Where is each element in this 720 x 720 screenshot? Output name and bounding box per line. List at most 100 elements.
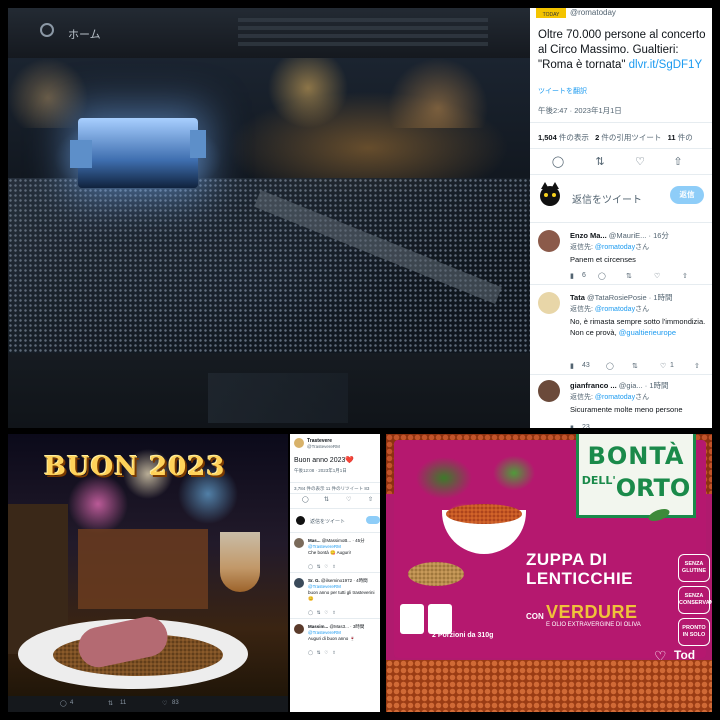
reply-to-mention[interactable]: @TrastevereRM	[308, 544, 341, 549]
share-icon[interactable]: ⇧	[368, 496, 373, 503]
reply-handle: @ilsemino1972	[321, 578, 353, 583]
reply-name[interactable]: gianfranco ...	[570, 381, 617, 390]
translate-tweet-link[interactable]: ツイートを翻訳	[538, 86, 587, 96]
like-icon[interactable]: ♡	[346, 496, 351, 503]
avatar[interactable]	[538, 292, 560, 314]
lentils-pile	[408, 562, 464, 586]
background-twitter-header: ホーム	[8, 8, 530, 58]
retweet-icon[interactable]: ⇅	[632, 362, 638, 370]
reply-input[interactable]: 返信をツイート	[572, 191, 642, 206]
avatar[interactable]	[538, 380, 560, 402]
reply-composer: 返信をツイート 返信	[530, 178, 712, 218]
divider	[290, 482, 380, 483]
reply-text: Che bontà 😋 Auguri!	[308, 550, 351, 555]
reply-to-mention[interactable]: @romatoday	[595, 244, 635, 251]
reply-time: · 4時間	[353, 578, 368, 583]
retweet-icon[interactable]: ⇅	[592, 154, 608, 170]
avatar[interactable]	[294, 578, 304, 588]
divider	[290, 618, 380, 619]
reply-button[interactable]: 返信	[670, 186, 704, 204]
reply-actions: ▮ 43 ◯ ⇅ ♡ 1 ⇧	[570, 362, 710, 372]
reply-to: @TrastevereRM	[308, 630, 341, 635]
reply-name[interactable]: Massim...	[308, 624, 328, 629]
concert-stage	[78, 118, 198, 188]
reply-name[interactable]: Mas...	[308, 538, 321, 543]
reply-to-mention[interactable]: @romatoday	[595, 306, 635, 313]
building-facade	[78, 529, 208, 609]
reply-handle: @MassimoB...	[321, 538, 352, 543]
reply-to-mention[interactable]: @TrastevereRM	[308, 630, 341, 635]
reply-time: · 45分	[352, 538, 365, 543]
avatar[interactable]	[294, 538, 304, 548]
reply-author: gianfranco ... @gia... · 1時間	[570, 380, 710, 391]
reply-icon[interactable]: ◯	[598, 272, 606, 280]
quotes-count[interactable]: 2	[595, 133, 599, 142]
share-icon[interactable]: ⇧	[694, 362, 700, 370]
reply-input[interactable]: 返信をツイート	[310, 518, 345, 525]
reply-to: 返信先: @romatodayさん	[570, 304, 649, 314]
like-icon[interactable]: ♡	[654, 272, 660, 280]
quotes-label: 件の引用ツイート	[601, 133, 662, 142]
reply-handle: @TataRosiePosie	[586, 293, 647, 302]
views-icon[interactable]: ▮	[570, 362, 574, 370]
retweet-count: 11	[120, 700, 127, 706]
reply-name[interactable]: Tata	[570, 293, 585, 302]
retweet-icon[interactable]: ⇅	[324, 496, 329, 503]
mini-tweet-panel: Trastevere @TrastevereRM Buon anno 2023❤…	[290, 434, 380, 712]
tweet-timestamp[interactable]: 午後2:47 · 2023年1月1日	[538, 105, 622, 116]
reply-to: 返信先: @romatodayさん	[570, 242, 649, 252]
avatar[interactable]	[538, 230, 560, 252]
reply-icon[interactable]: ◯	[60, 700, 67, 707]
soup-bottom	[386, 660, 712, 712]
background-twitter-footer	[8, 353, 530, 428]
tweet-stats: 1,504 件の表示 2 件の引用ツイート 11 件の	[538, 132, 693, 143]
cat-eye	[552, 193, 556, 197]
reply-to-suffix: さん	[635, 306, 650, 313]
reply-to-mention[interactable]: @TrastevereRM	[308, 584, 341, 589]
tweet-handle[interactable]: @TrastevereRM	[307, 444, 340, 449]
reply-handle: @Mas3...	[329, 624, 349, 629]
likes-count[interactable]: 11	[668, 133, 676, 142]
product-photo-panel: BONTÀ DELL'ORTO ZUPPA DI LENTICCHIE CON …	[386, 434, 712, 712]
like-icon[interactable]: ♡	[162, 700, 167, 707]
avatar[interactable]	[294, 624, 304, 634]
romatoday-logo[interactable]: TODAY	[536, 8, 566, 18]
views-icon[interactable]: ▮	[570, 424, 574, 428]
reply-mention-link[interactable]: @gualtierieurope	[619, 328, 676, 337]
tweet-stats: 3,784 件の表示 11 件のリツイート 83	[294, 486, 370, 491]
share-icon[interactable]: ⇧	[682, 272, 688, 280]
views-count[interactable]: 1,504	[538, 133, 557, 142]
buon-anno-title: BUON 2023	[44, 452, 226, 482]
reply-name[interactable]: Enzo Ma...	[570, 231, 607, 240]
reply-count: 4	[70, 700, 74, 706]
reply-actions: ▮ 6 ◯ ⇅ ♡ ⇧	[570, 272, 710, 282]
concert-aerial-photo[interactable]	[8, 58, 530, 353]
reply-actions: ◯ ⇅ ♡ ⇧	[308, 610, 336, 615]
reply-icon[interactable]: ◯	[606, 362, 614, 370]
views-icon[interactable]: ▮	[570, 272, 574, 280]
avatar[interactable]	[294, 438, 304, 448]
like-icon[interactable]: ♡	[632, 154, 648, 170]
reply-button[interactable]	[366, 516, 380, 524]
reply-to-mention[interactable]: @romatoday	[595, 394, 635, 401]
like-icon[interactable]: ♡	[660, 362, 666, 370]
tweet-text: Oltre 70.000 persone al concerto al Circ…	[538, 28, 710, 73]
reply-actions: ▮ 23	[570, 424, 710, 428]
retweet-icon[interactable]: ⇅	[626, 272, 632, 280]
tweet-header: TODAY @romatoday	[530, 8, 712, 24]
reply-icon[interactable]: ◯	[302, 496, 309, 503]
brand-logo: BONTÀ DELL'ORTO	[576, 434, 696, 518]
tweet-timestamp[interactable]: 午後12:08 · 2023年1月1日	[294, 468, 347, 474]
reply-name[interactable]: Sr. G.	[308, 578, 320, 583]
reply-icon[interactable]: ◯	[550, 154, 566, 170]
tweet-handle[interactable]: @romatoday	[570, 8, 616, 17]
reply-to-suffix: さん	[635, 394, 650, 401]
tweet-link[interactable]: dlvr.it/SgDF1Y	[629, 59, 703, 71]
divider	[530, 174, 712, 175]
share-icon[interactable]: ⇧	[670, 154, 686, 170]
retweet-icon[interactable]: ⇅	[108, 700, 113, 707]
reply-handle: @gia...	[618, 381, 643, 390]
brand-name-line1: BONTÀ	[587, 442, 685, 470]
reply-time: · 1時間	[644, 381, 669, 390]
reply-text: buon anno per tutti gli trasteverini 😊	[308, 590, 375, 601]
